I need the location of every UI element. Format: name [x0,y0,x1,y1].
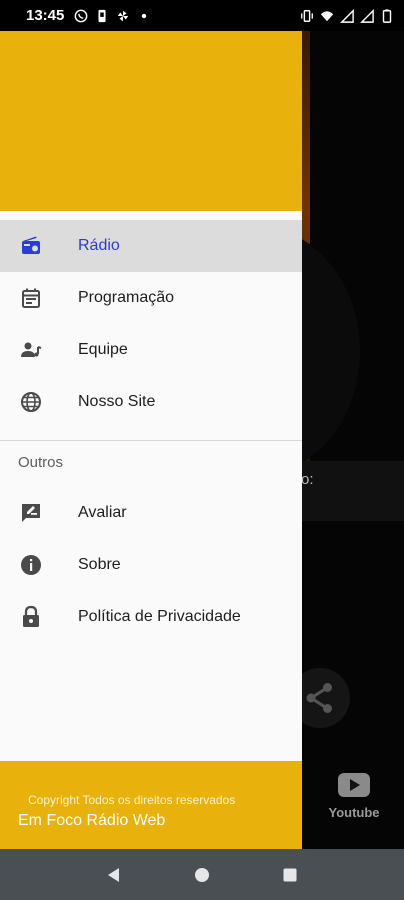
signal-icon [360,8,374,23]
menu-item-label: Avaliar [78,504,127,521]
status-time: 13:45 [26,7,65,24]
menu-item-nosso-site[interactable]: Nosso Site [0,376,302,428]
wifi-icon [320,10,334,21]
globe-icon [18,389,44,415]
youtube-button[interactable]: Youtube [322,771,386,820]
rate-icon [18,500,44,526]
calendar-icon [18,285,44,311]
background-band [300,461,404,521]
menu-item-politica-privacidade[interactable]: Política de Privacidade [0,591,302,643]
home-button[interactable] [187,860,217,890]
signal-icon [340,8,354,23]
recents-button[interactable] [275,860,305,890]
youtube-icon [338,773,370,797]
menu-item-avaliar[interactable]: Avaliar [0,487,302,539]
whatsapp-icon [74,9,88,22]
menu-item-sobre[interactable]: Sobre [0,539,302,591]
system-navigation-bar [0,849,404,900]
home-icon [195,867,209,882]
other-menu: Avaliar Sobre Política de Privacidade [0,487,302,643]
navigation-drawer: Rádio Programação Equipe Nosso Site Outr… [0,31,302,849]
drawer-footer: Copyright Todos os direitos reservados E… [0,761,302,849]
drawer-header [0,31,302,216]
status-bar: 13:45 [0,0,404,31]
dot-icon [142,13,147,18]
footer-app-name: Em Foco Rádio Web [18,812,166,829]
main-menu: Rádio Programação Equipe Nosso Site [0,220,302,428]
menu-item-label: Política de Privacidade [78,608,241,625]
battery-icon [382,8,392,23]
section-title: Outros [18,453,64,471]
footer-copyright: Copyright Todos os direitos reservados [28,793,236,807]
vibrate-icon [301,9,313,22]
menu-item-label: Rádio [78,237,120,254]
background-label: o: [301,471,314,488]
menu-item-label: Sobre [78,556,121,573]
pinwheel-icon [118,10,129,21]
menu-item-programacao[interactable]: Programação [0,272,302,324]
back-button[interactable] [99,860,129,890]
recents-icon [283,868,297,881]
menu-item-label: Nosso Site [78,393,156,410]
team-icon [18,337,44,363]
menu-item-radio[interactable]: Rádio [0,220,302,272]
share-icon [306,683,332,713]
menu-item-label: Equipe [78,341,128,358]
radio-icon [18,233,44,259]
menu-item-label: Programação [78,289,175,306]
youtube-label: Youtube [328,805,380,820]
info-icon [18,552,44,578]
menu-item-equipe[interactable]: Equipe [0,324,302,376]
lock-icon [18,604,44,630]
back-icon [108,867,119,882]
sim-icon [98,9,106,22]
